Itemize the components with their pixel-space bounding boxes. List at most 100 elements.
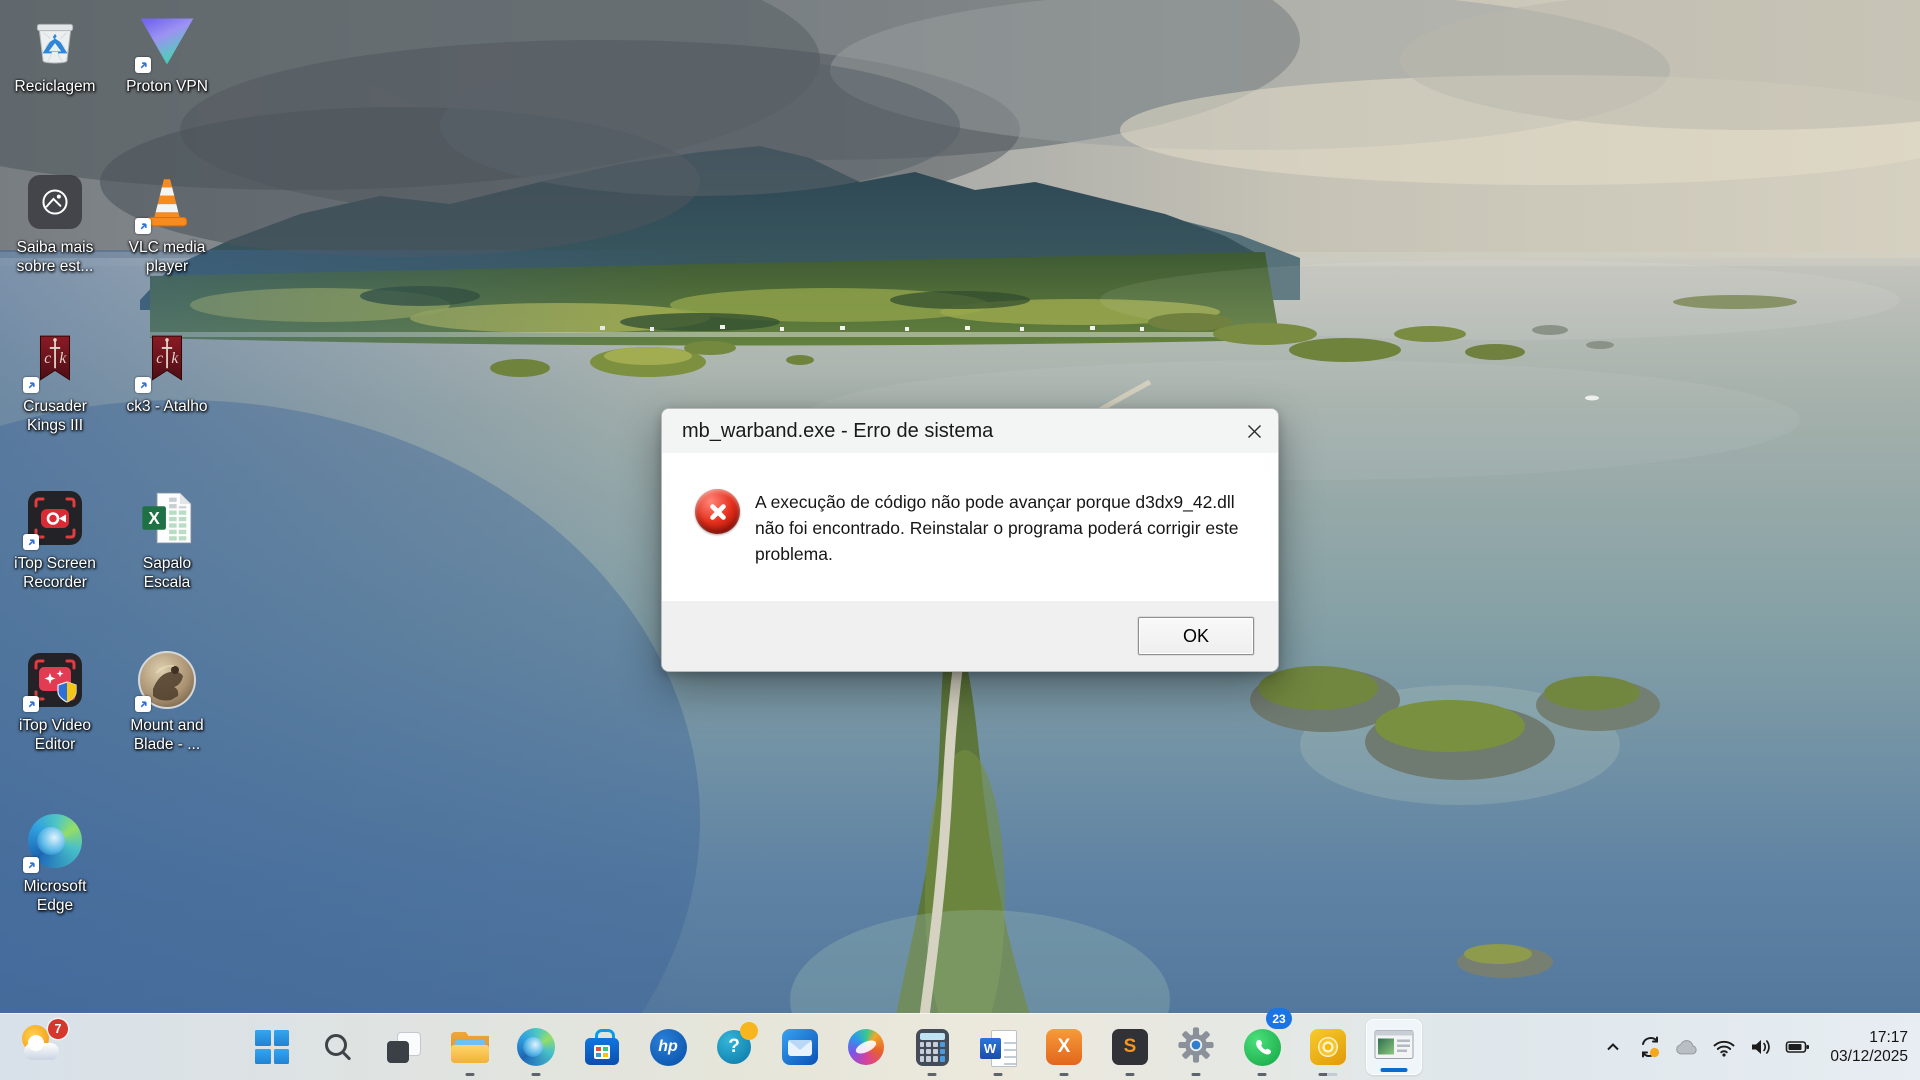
running-indicator [1192, 1073, 1201, 1077]
mount-and-blade-icon [132, 645, 202, 715]
active-indicator [1381, 1068, 1408, 1072]
settings-button[interactable] [1168, 1014, 1224, 1080]
sublime-text-button[interactable]: S [1102, 1014, 1158, 1080]
notification-badge: 7 [48, 1019, 68, 1039]
shortcut-arrow-icon [23, 534, 39, 550]
file-explorer-button[interactable] [442, 1014, 498, 1080]
calculator-icon [916, 1029, 949, 1066]
photos-icon [20, 167, 90, 237]
sublime-text-icon: S [1112, 1029, 1148, 1065]
sync-status-icon[interactable] [1637, 1032, 1663, 1062]
desktop-icon-label: VLC media player [118, 238, 216, 276]
running-indicator [928, 1073, 937, 1077]
system-tray: 17:17 03/12/2025 [1600, 1014, 1908, 1080]
edge-button[interactable] [508, 1014, 564, 1080]
desktop-icon-crusader-kings[interactable]: c k Crusader Kings III [2, 326, 108, 435]
shortcut-arrow-icon [135, 218, 151, 234]
time-text: 17:17 [1830, 1028, 1908, 1048]
ok-button[interactable]: OK [1138, 617, 1254, 655]
copilot-button[interactable] [838, 1014, 894, 1080]
running-indicator [532, 1073, 541, 1077]
desktop-icon-itop-video-editor[interactable]: iTop Video Editor [2, 645, 108, 754]
task-view-icon [387, 1032, 421, 1063]
svg-text:X: X [148, 508, 160, 528]
desktop-icon-microsoft-edge[interactable]: Microsoft Edge [2, 806, 108, 915]
task-view-button[interactable] [376, 1014, 432, 1080]
desktop-icon-label: Crusader Kings III [6, 397, 104, 435]
desktop-icon-label: Reciclagem [15, 77, 96, 96]
windows-logo-icon [255, 1030, 289, 1064]
hp-logo-icon: hp [650, 1029, 687, 1066]
calculator-button[interactable] [904, 1014, 960, 1080]
error-message: A execução de código não pode avançar po… [755, 489, 1238, 601]
program-window-icon [1374, 1029, 1414, 1065]
microsoft-store-button[interactable] [574, 1014, 630, 1080]
get-help-button[interactable]: ? [706, 1014, 762, 1080]
ck3-banner-icon: c k [20, 326, 90, 396]
disc-burner-button[interactable] [1300, 1014, 1356, 1080]
whatsapp-icon [1244, 1029, 1281, 1066]
word-button[interactable]: W [970, 1014, 1026, 1080]
xampp-button[interactable]: X [1036, 1014, 1092, 1080]
shortcut-arrow-icon [135, 57, 151, 73]
whatsapp-button[interactable]: 23 [1234, 1014, 1290, 1080]
outlook-icon [782, 1029, 818, 1065]
word-icon: W [980, 1030, 1017, 1065]
volume-icon[interactable] [1748, 1032, 1774, 1062]
active-window-button[interactable] [1366, 1019, 1422, 1075]
dialog-body: A execução de código não pode avançar po… [662, 453, 1278, 601]
start-button[interactable] [244, 1014, 300, 1080]
desktop-icon-saiba-mais[interactable]: Saiba mais sobre est... [2, 167, 108, 276]
hp-button[interactable]: hp [640, 1014, 696, 1080]
excel-spreadsheet-icon: X [132, 483, 202, 553]
desktop-icon-label: Sapalo Escala [118, 554, 216, 592]
running-indicator [1126, 1073, 1135, 1077]
desktop-icon-recycle-bin[interactable]: Reciclagem [2, 6, 108, 96]
desktop-icon-label: iTop Video Editor [6, 716, 104, 754]
clock[interactable]: 17:17 03/12/2025 [1830, 1028, 1908, 1067]
error-icon [695, 489, 740, 534]
outlook-button[interactable] [772, 1014, 828, 1080]
gear-icon [1177, 1026, 1215, 1069]
edge-icon [20, 806, 90, 876]
desktop-icon-proton-vpn[interactable]: Proton VPN [114, 6, 220, 96]
onedrive-cloud-icon[interactable] [1674, 1032, 1700, 1062]
weather-widget[interactable]: 7 [18, 1022, 70, 1072]
wifi-icon[interactable] [1711, 1032, 1737, 1062]
vlc-cone-icon [132, 167, 202, 237]
running-indicator [466, 1073, 475, 1077]
shortcut-arrow-icon [23, 377, 39, 393]
edge-icon [517, 1028, 555, 1066]
copilot-icon [848, 1029, 884, 1065]
itop-screen-recorder-icon [20, 483, 90, 553]
battery-icon[interactable] [1785, 1032, 1811, 1062]
dialog-footer: OK [662, 601, 1278, 671]
shortcut-arrow-icon [135, 377, 151, 393]
hidden-icons-chevron-icon[interactable] [1600, 1032, 1626, 1062]
close-icon[interactable] [1230, 409, 1278, 453]
weather-cloud-icon [24, 1043, 59, 1060]
running-indicator [1319, 1073, 1338, 1077]
ck3-banner-icon: c k [132, 326, 202, 396]
desktop-icon-vlc[interactable]: VLC media player [114, 167, 220, 276]
desktop-icon-ck3-atalho[interactable]: c k ck3 - Atalho [114, 326, 220, 416]
desktop-icon-label: ck3 - Atalho [127, 397, 208, 416]
error-dialog: mb_warband.exe - Erro de sistema A execu… [661, 408, 1279, 672]
dialog-titlebar[interactable]: mb_warband.exe - Erro de sistema [662, 409, 1278, 453]
shortcut-arrow-icon [23, 696, 39, 712]
search-button[interactable] [310, 1014, 366, 1080]
desktop-icon-label: Mount and Blade - ... [118, 716, 216, 754]
search-icon [323, 1032, 353, 1062]
desktop-icon-label: Microsoft Edge [6, 877, 104, 915]
desktop-icon-sapalo-escala[interactable]: X Sapalo Escala [114, 483, 220, 592]
taskbar: 7 hp [0, 1013, 1920, 1080]
desktop-icon-mount-and-blade[interactable]: Mount and Blade - ... [114, 645, 220, 754]
desktop-icon-label: iTop Screen Recorder [6, 554, 104, 592]
taskbar-center: hp ? W [244, 1014, 1422, 1080]
shortcut-arrow-icon [23, 857, 39, 873]
microsoft-store-icon [585, 1029, 619, 1065]
desktop-icon-itop-screen-recorder[interactable]: iTop Screen Recorder [2, 483, 108, 592]
xampp-icon: X [1046, 1029, 1082, 1065]
date-text: 03/12/2025 [1830, 1047, 1908, 1067]
desktop-icon-label: Saiba mais sobre est... [6, 238, 104, 276]
